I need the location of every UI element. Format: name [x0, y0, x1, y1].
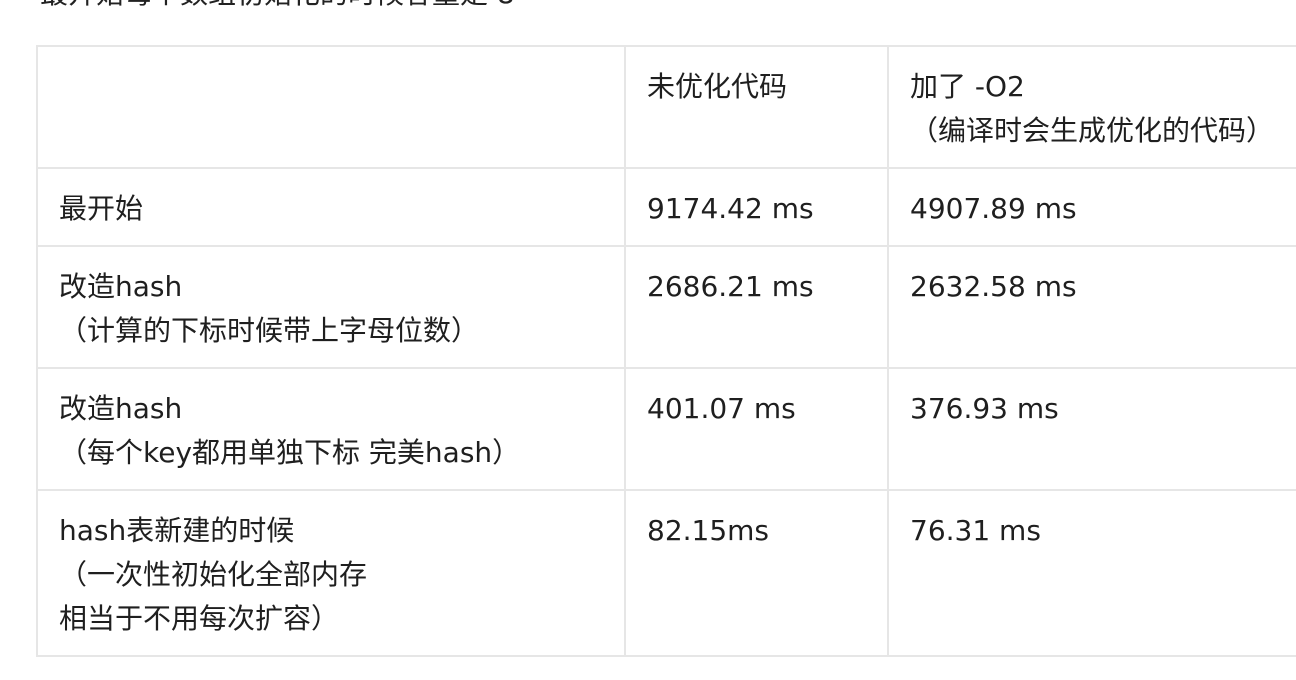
row-label-line: 改造hash [59, 270, 183, 303]
performance-table: 未优化代码 加了 -O2 （编译时会生成优化的代码） 最开始 9174.42 m… [36, 45, 1296, 657]
row-label: 改造hash （每个key都用单独下标 完美hash） [36, 367, 626, 491]
table-row: hash表新建的时候 （一次性初始化全部内存 相当于不用每次扩容） 82.15m… [36, 489, 1296, 657]
unoptimized-time-cell: 82.15ms [624, 489, 889, 657]
row-label-line: 改造hash [59, 392, 183, 425]
optimized-time-cell: 4907.89 ms [887, 167, 1296, 247]
row-label-line: （每个key都用单独下标 完美hash） [59, 436, 521, 469]
section-heading: 最开始每个数组初始化的时候容量是 8 [40, 0, 515, 10]
row-label-line: （一次性初始化全部内存 [59, 558, 368, 591]
table-header-row: 未优化代码 加了 -O2 （编译时会生成优化的代码） [36, 45, 1296, 169]
row-label: 改造hash （计算的下标时候带上字母位数） [36, 245, 626, 369]
row-label: 最开始 [36, 167, 626, 247]
header-optimized-title: 加了 -O2 [910, 70, 1025, 103]
optimized-time-cell: 2632.58 ms [887, 245, 1296, 369]
row-label-line: （计算的下标时候带上字母位数） [59, 314, 480, 347]
row-label-line: 最开始 [59, 192, 144, 225]
row-label: hash表新建的时候 （一次性初始化全部内存 相当于不用每次扩容） [36, 489, 626, 657]
table-row: 最开始 9174.42 ms 4907.89 ms [36, 167, 1296, 247]
table-row: 改造hash （计算的下标时候带上字母位数） 2686.21 ms 2632.5… [36, 245, 1296, 369]
unoptimized-time-cell: 2686.21 ms [624, 245, 889, 369]
header-cell-optimized: 加了 -O2 （编译时会生成优化的代码） [887, 45, 1296, 169]
table-row: 改造hash （每个key都用单独下标 完美hash） 401.07 ms 37… [36, 367, 1296, 491]
unoptimized-time-cell: 401.07 ms [624, 367, 889, 491]
unoptimized-time-cell: 9174.42 ms [624, 167, 889, 247]
row-label-line: hash表新建的时候 [59, 514, 295, 547]
optimized-time-cell: 376.93 ms [887, 367, 1296, 491]
header-cell-unoptimized: 未优化代码 [624, 45, 889, 169]
row-label-line: 相当于不用每次扩容） [59, 602, 340, 635]
optimized-time-cell: 76.31 ms [887, 489, 1296, 657]
header-optimized-note: （编译时会生成优化的代码） [910, 114, 1275, 147]
header-cell-empty [36, 45, 626, 169]
